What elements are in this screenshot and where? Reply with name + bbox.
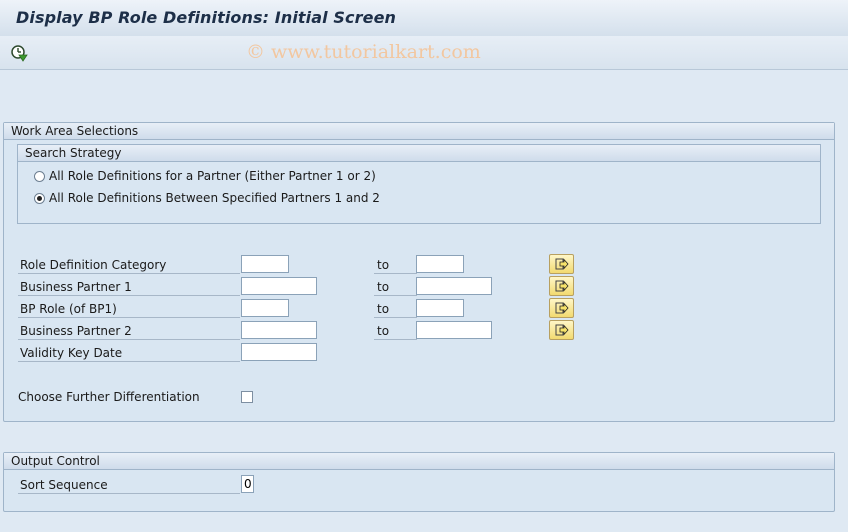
application-toolbar: © www.tutorialkart.com (0, 36, 848, 70)
business-partner-1-to-label: to (374, 279, 417, 296)
radio-between-partners[interactable]: All Role Definitions Between Specified P… (34, 190, 380, 206)
work-area-selections-title: Work Area Selections (4, 123, 834, 140)
business-partner-2-label: Business Partner 2 (18, 323, 240, 340)
execute-clock-icon[interactable] (10, 44, 28, 62)
radio-label-partner-either: All Role Definitions for a Partner (Eith… (49, 169, 376, 183)
business-partner-2-to-input[interactable] (416, 321, 492, 339)
page-title: Display BP Role Definitions: Initial Scr… (16, 8, 397, 27)
validity-key-date-label: Validity Key Date (18, 345, 240, 362)
sort-sequence-input[interactable] (241, 475, 254, 493)
business-partner-1-to-input[interactable] (416, 277, 492, 295)
role-definition-category-multiple-selection-button[interactable] (549, 254, 574, 274)
business-partner-2-to-label: to (374, 323, 417, 340)
bp-role-to-label: to (374, 301, 417, 318)
work-area-selections-group: Work Area Selections Search Strategy All… (3, 122, 835, 422)
business-partner-2-multiple-selection-button[interactable] (549, 320, 574, 340)
further-differentiation-label: Choose Further Differentiation (18, 390, 200, 404)
output-control-title: Output Control (4, 453, 834, 470)
role-definition-category-to-label: to (374, 257, 417, 274)
role-definition-category-from-input[interactable] (241, 255, 289, 273)
radio-button-partner-either[interactable] (34, 170, 45, 182)
validity-key-date-input[interactable] (241, 343, 317, 361)
arrow-right-icon (555, 280, 569, 292)
business-partner-1-label: Business Partner 1 (18, 279, 240, 296)
radio-partner-either[interactable]: All Role Definitions for a Partner (Eith… (34, 168, 376, 184)
bp-role-label: BP Role (of BP1) (18, 301, 240, 318)
radio-label-between-partners: All Role Definitions Between Specified P… (49, 191, 380, 205)
business-partner-1-from-input[interactable] (241, 277, 317, 295)
role-definition-category-label: Role Definition Category (18, 257, 240, 274)
output-control-group: Output Control Sort Sequence (3, 452, 835, 512)
business-partner-1-multiple-selection-button[interactable] (549, 276, 574, 296)
search-strategy-title: Search Strategy (18, 145, 820, 162)
sort-sequence-label: Sort Sequence (18, 477, 240, 494)
bp-role-to-input[interactable] (416, 299, 464, 317)
search-strategy-group: Search Strategy All Role Definitions for… (17, 144, 821, 224)
radio-button-between-partners[interactable] (34, 192, 45, 204)
further-differentiation-checkbox[interactable] (241, 391, 253, 403)
arrow-right-icon (555, 324, 569, 336)
bp-role-multiple-selection-button[interactable] (549, 298, 574, 318)
watermark-text: © www.tutorialkart.com (246, 41, 481, 63)
business-partner-2-from-input[interactable] (241, 321, 317, 339)
role-definition-category-to-input[interactable] (416, 255, 464, 273)
arrow-right-icon (555, 302, 569, 314)
bp-role-from-input[interactable] (241, 299, 289, 317)
arrow-right-icon (555, 258, 569, 270)
title-bar: Display BP Role Definitions: Initial Scr… (0, 0, 848, 37)
